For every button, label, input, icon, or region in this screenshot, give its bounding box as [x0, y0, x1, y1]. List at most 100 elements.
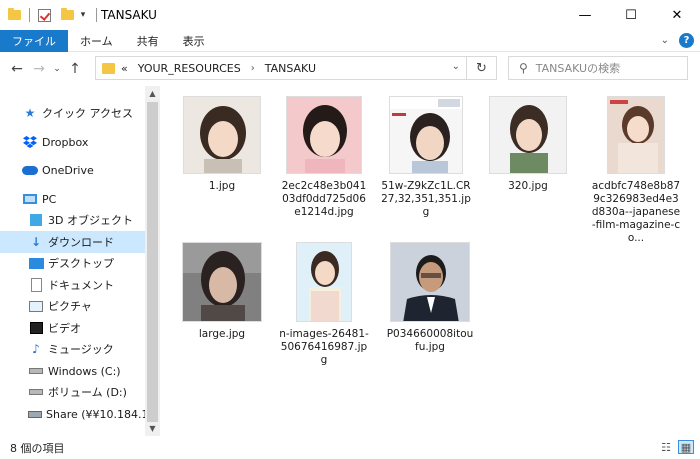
status-bar: 8 個の項目 ☷ ▦ [0, 436, 700, 459]
navigation-pane: ★ クイック アクセス Dropbox OneDrive PC 3D オブジェク… [0, 86, 160, 436]
navigation-bar: ← → ⌄ ↑ « YOUR_RESOURCES › TANSAKU ⌄ ↻ ⚲… [0, 52, 700, 86]
sidebar-item-pictures[interactable]: ピクチャ [0, 295, 145, 317]
sidebar-item-pc[interactable]: PC [0, 188, 145, 210]
cloud-icon [22, 162, 38, 178]
window-title: TANSAKU [101, 8, 157, 22]
sidebar-item-downloads[interactable]: ↓ ダウンロード [0, 231, 145, 253]
sidebar-item-quick-access[interactable]: ★ クイック アクセス [0, 102, 145, 124]
tab-home[interactable]: ホーム [68, 30, 125, 52]
large-icons-view-icon[interactable]: ▦ [678, 440, 694, 454]
maximize-button[interactable]: ☐ [608, 0, 654, 30]
scroll-up-icon[interactable]: ▲ [145, 86, 160, 101]
file-item[interactable]: 320.jpg [486, 96, 570, 193]
file-item[interactable]: 2ec2c48e3b04103df0dd725d06e1214d.jpg [282, 96, 366, 219]
minimize-button[interactable]: — [562, 0, 608, 30]
image-thumbnail [286, 96, 362, 174]
properties-icon[interactable] [38, 8, 51, 22]
image-thumbnail [183, 96, 261, 174]
file-item[interactable]: n-images-26481-50676416987.jpg [279, 242, 369, 367]
computer-icon [22, 191, 38, 207]
ribbon-right: ⌄ ? [661, 33, 694, 48]
sidebar-item-label: 3D オブジェクト [48, 214, 133, 227]
video-icon [28, 320, 44, 336]
sidebar-item-drive-d[interactable]: ボリューム (D:) [0, 381, 145, 403]
sidebar-item-label: Windows (C:) [48, 364, 121, 378]
image-thumbnail [390, 242, 470, 322]
breadcrumb-item[interactable]: YOUR_RESOURCES [138, 62, 241, 75]
folder-icon [102, 62, 115, 74]
file-item[interactable]: 51w-Z9kZc1L.CR27,32,351,351.jpg [381, 96, 471, 219]
image-thumbnail [489, 96, 567, 174]
breadcrumb-separator[interactable]: › [251, 63, 255, 74]
document-icon [28, 277, 44, 293]
sidebar-item-documents[interactable]: ドキュメント [0, 274, 145, 296]
recent-locations-button[interactable]: ⌄ [50, 64, 64, 74]
desktop-icon [28, 255, 44, 271]
window-controls: — ☐ ✕ [562, 0, 700, 30]
expand-ribbon-icon[interactable]: ⌄ [661, 35, 669, 46]
breadcrumb-overflow[interactable]: « [121, 62, 128, 75]
sidebar-item-label: ボリューム (D:) [48, 386, 127, 399]
back-button[interactable]: ← [6, 61, 28, 77]
tab-file[interactable]: ファイル [0, 29, 68, 52]
sidebar-item-videos[interactable]: ビデオ [0, 317, 145, 339]
file-item[interactable]: P034660008itoufu.jpg [386, 242, 474, 354]
sidebar-item-label: ミュージック [48, 343, 114, 356]
sidebar-item-3d-objects[interactable]: 3D オブジェクト [0, 209, 145, 231]
drive-icon [28, 363, 44, 379]
sidebar-item-drive-c[interactable]: Windows (C:) [0, 360, 145, 382]
file-list: 1.jpg 2ec2c48e3b04103df0dd725d06e1214d.j… [162, 86, 700, 436]
quick-access-toolbar: ▾ [8, 8, 101, 22]
up-button[interactable]: ↑ [64, 61, 86, 77]
image-thumbnail [607, 96, 665, 174]
scroll-thumb[interactable] [147, 102, 158, 422]
help-icon[interactable]: ? [679, 33, 694, 48]
dropbox-icon [22, 134, 38, 150]
file-name: 2ec2c48e3b04103df0dd725d06e1214d.jpg [281, 180, 367, 218]
title-bar: ▾ TANSAKU — ☐ ✕ [0, 0, 700, 30]
refresh-button[interactable]: ↻ [466, 57, 496, 79]
file-item[interactable]: acdbfc748e8b879c326983ed4e3d830a--japane… [591, 96, 681, 245]
search-box[interactable]: ⚲ TANSAKUの検索 [508, 56, 688, 80]
file-name: acdbfc748e8b879c326983ed4e3d830a--japane… [591, 180, 681, 244]
sidebar-item-onedrive[interactable]: OneDrive [0, 159, 145, 181]
music-icon: ♪ [32, 342, 40, 356]
ribbon-tabs: ファイル ホーム 共有 表示 ⌄ ? [0, 29, 700, 52]
image-thumbnail [182, 242, 262, 322]
forward-button[interactable]: → [28, 61, 50, 77]
item-count: 8 個の項目 [10, 441, 65, 455]
scroll-down-icon[interactable]: ▼ [145, 421, 160, 436]
search-icon: ⚲ [519, 61, 528, 75]
sidebar-item-label: ドキュメント [48, 279, 114, 292]
file-name: P034660008itoufu.jpg [386, 328, 474, 353]
address-dropdown-icon[interactable]: ⌄ [452, 61, 460, 72]
sidebar-item-label: デスクトップ [48, 257, 114, 270]
file-name: 51w-Z9kZc1L.CR27,32,351,351.jpg [381, 180, 471, 218]
search-placeholder: TANSAKUの検索 [535, 62, 621, 75]
sidebar-item-label: PC [42, 192, 57, 206]
details-view-icon[interactable]: ☷ [658, 440, 674, 454]
drive-icon [28, 384, 44, 400]
sidebar-item-dropbox[interactable]: Dropbox [0, 131, 145, 153]
file-item[interactable]: large.jpg [180, 242, 264, 341]
sidebar-scrollbar[interactable]: ▲ ▼ [145, 86, 160, 436]
file-item[interactable]: 1.jpg [180, 96, 264, 193]
file-name: large.jpg [198, 328, 246, 340]
sidebar-item-share[interactable]: Share (¥¥10.184.10.1( [0, 403, 145, 425]
sidebar-item-desktop[interactable]: デスクトップ [0, 252, 145, 274]
address-bar[interactable]: « YOUR_RESOURCES › TANSAKU ⌄ ↻ [95, 56, 497, 80]
cube-icon [28, 212, 44, 228]
customize-toolbar-icon[interactable]: ▾ [78, 10, 88, 20]
sidebar-item-label: クイック アクセス [42, 107, 133, 120]
file-name: n-images-26481-50676416987.jpg [279, 328, 369, 366]
toolbar-separator [96, 8, 97, 22]
new-folder-icon[interactable] [61, 8, 74, 20]
tab-share[interactable]: 共有 [125, 30, 171, 52]
folder-icon[interactable] [8, 8, 21, 20]
close-button[interactable]: ✕ [654, 0, 700, 30]
file-name: 1.jpg [208, 180, 236, 192]
tab-view[interactable]: 表示 [171, 30, 217, 52]
network-drive-icon [28, 406, 42, 422]
sidebar-item-music[interactable]: ♪ ミュージック [0, 338, 145, 360]
breadcrumb-item[interactable]: TANSAKU [265, 62, 316, 75]
